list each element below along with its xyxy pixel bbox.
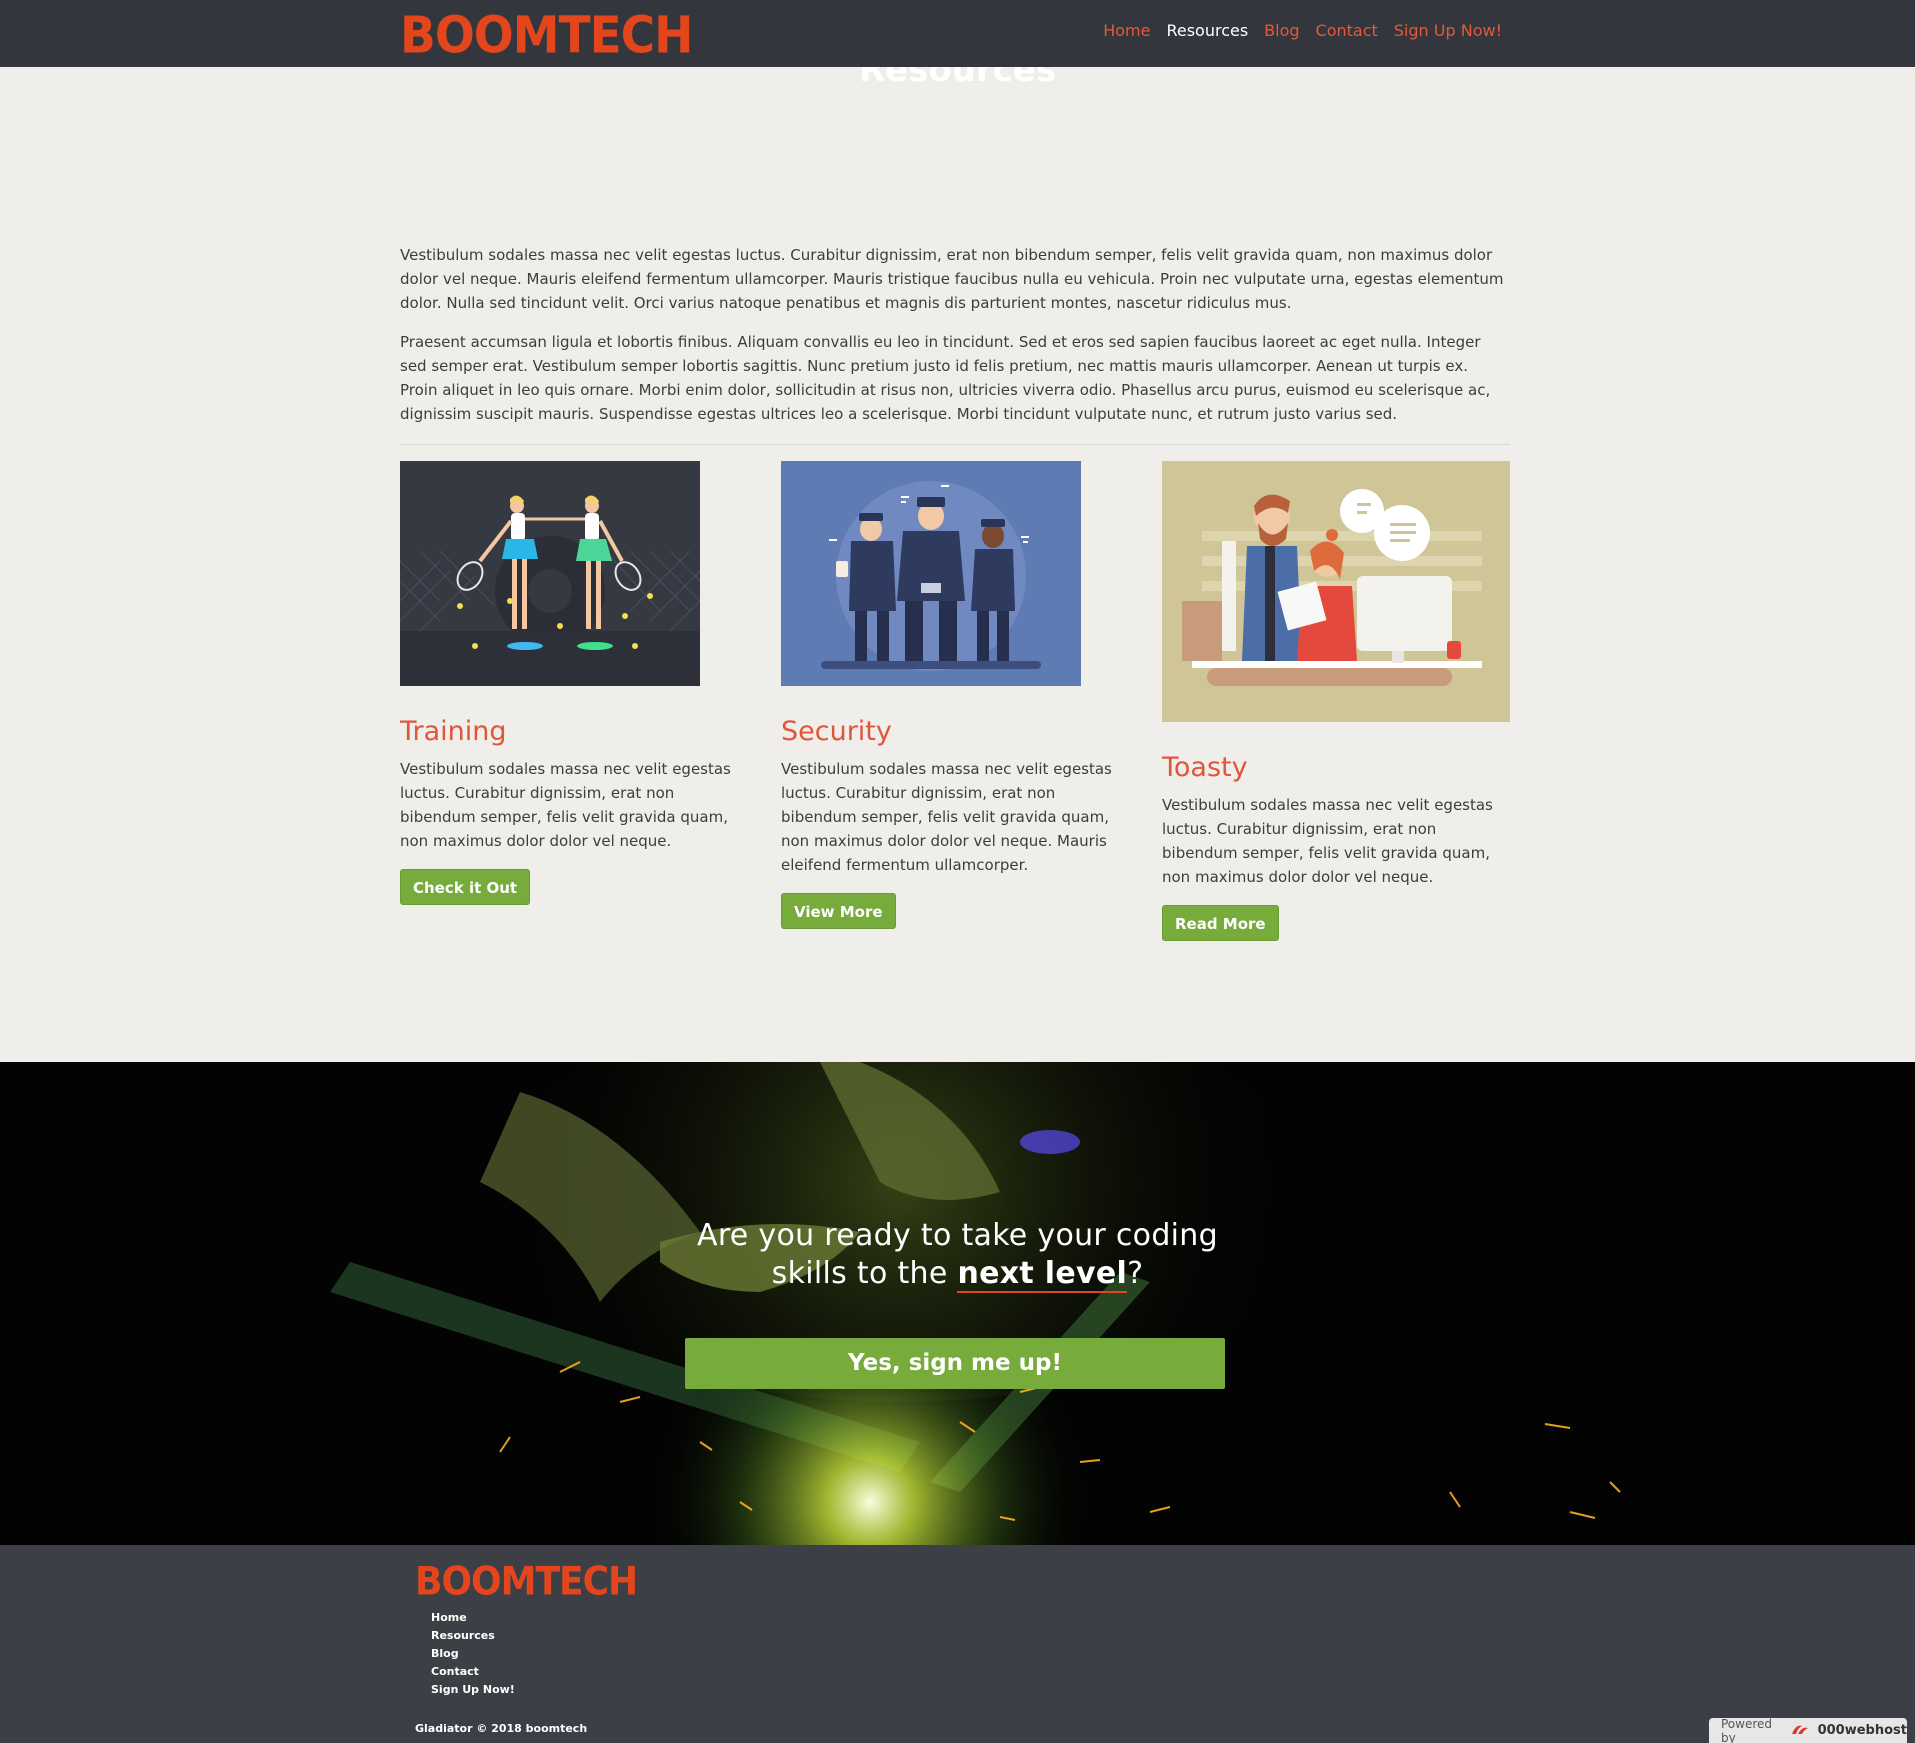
nav-item-contact[interactable]: Contact bbox=[1316, 21, 1378, 40]
read-more-button[interactable]: Read More bbox=[1162, 905, 1279, 941]
resource-card-security: Security Vestibulum sodales massa nec ve… bbox=[781, 461, 1131, 929]
resource-card-training: Training Vestibulum sodales massa nec ve… bbox=[400, 461, 750, 905]
footer-link-blog[interactable]: Blog bbox=[431, 1645, 515, 1663]
main-nav: Home Resources Blog Contact Sign Up Now! bbox=[1103, 21, 1502, 40]
card-text: Vestibulum sodales massa nec velit egest… bbox=[1162, 796, 1493, 886]
nav-item-blog[interactable]: Blog bbox=[1264, 21, 1299, 40]
nav-item-home[interactable]: Home bbox=[1103, 21, 1150, 40]
welding-background-image bbox=[0, 1062, 1915, 1545]
nav-item-resources[interactable]: Resources bbox=[1166, 21, 1248, 40]
footer-nav: Home Resources Blog Contact Sign Up Now! bbox=[431, 1609, 515, 1699]
toasty-illustration bbox=[1162, 461, 1510, 722]
intro-paragraph: Praesent accumsan ligula et lobortis fin… bbox=[400, 333, 1491, 423]
powered-by-brand: 000webhost bbox=[1817, 1723, 1907, 1738]
webhost-logo-icon bbox=[1790, 1722, 1812, 1739]
cta-banner: Are you ready to take your coding skills… bbox=[0, 1062, 1915, 1545]
card-title: Toasty bbox=[1162, 752, 1248, 783]
card-text: Vestibulum sodales massa nec velit egest… bbox=[400, 760, 731, 850]
intro-section: Vestibulum sodales massa nec velit egest… bbox=[400, 243, 1510, 441]
copyright-text: Gladiator © 2018 boomtech bbox=[415, 1722, 588, 1735]
nav-item-sign-up[interactable]: Sign Up Now! bbox=[1394, 21, 1502, 40]
top-navbar: BOOMTECH Home Resources Blog Contact Sig… bbox=[0, 0, 1915, 67]
footer-link-resources[interactable]: Resources bbox=[431, 1627, 515, 1645]
card-title: Security bbox=[781, 716, 892, 747]
cta-line-2-post: ? bbox=[1127, 1256, 1144, 1291]
cta-highlight: next level bbox=[957, 1256, 1128, 1293]
cta-line-2-pre: skills to the bbox=[771, 1256, 958, 1291]
sign-me-up-button[interactable]: Yes, sign me up! bbox=[685, 1338, 1225, 1389]
cta-line-1: Are you ready to take your coding bbox=[697, 1218, 1218, 1253]
check-it-out-button[interactable]: Check it Out bbox=[400, 869, 531, 905]
footer-link-home[interactable]: Home bbox=[431, 1609, 515, 1627]
training-illustration bbox=[400, 461, 700, 686]
powered-by-label: Powered by bbox=[1721, 1716, 1773, 1743]
brand-logo[interactable]: BOOMTECH bbox=[400, 6, 693, 65]
section-divider bbox=[400, 444, 1510, 445]
intro-paragraph: Vestibulum sodales massa nec velit egest… bbox=[400, 246, 1504, 312]
resource-card-toasty: Toasty Vestibulum sodales massa nec veli… bbox=[1162, 461, 1512, 941]
card-title: Training bbox=[400, 716, 507, 747]
footer-link-sign-up[interactable]: Sign Up Now! bbox=[431, 1681, 515, 1699]
site-footer: BOOMTECH Home Resources Blog Contact Sig… bbox=[0, 1545, 1915, 1743]
cta-headline: Are you ready to take your coding skills… bbox=[0, 1217, 1915, 1293]
footer-link-contact[interactable]: Contact bbox=[431, 1663, 515, 1681]
view-more-button[interactable]: View More bbox=[781, 893, 896, 929]
security-illustration bbox=[781, 461, 1081, 686]
footer-logo[interactable]: BOOMTECH bbox=[415, 1560, 638, 1604]
card-text: Vestibulum sodales massa nec velit egest… bbox=[781, 760, 1112, 874]
powered-by-badge[interactable]: Powered by 000webhost bbox=[1709, 1716, 1907, 1743]
